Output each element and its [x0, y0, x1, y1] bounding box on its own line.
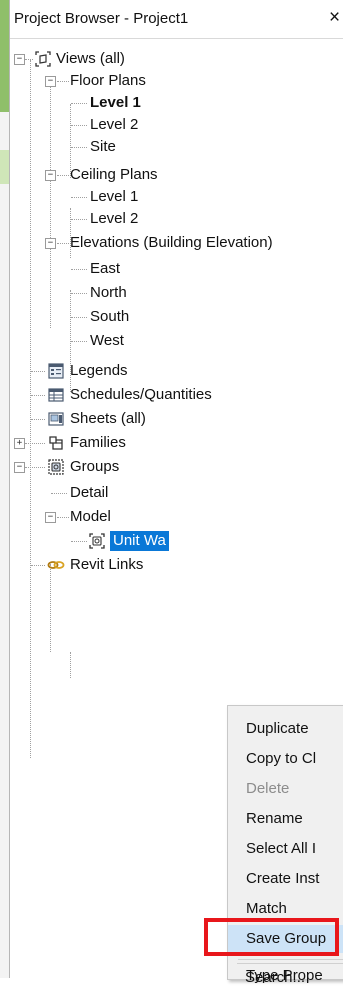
tree-item-families[interactable]: + Families: [10, 432, 343, 454]
menu-item-match[interactable]: Match: [228, 895, 343, 923]
tree-label: Level 2: [90, 116, 139, 133]
tree-item-elevation-west[interactable]: West: [10, 330, 343, 352]
collapse-toggle[interactable]: −: [14, 462, 25, 473]
tree-label: North: [90, 284, 127, 301]
collapse-toggle[interactable]: −: [45, 170, 56, 181]
tree-item-legends[interactable]: Legends: [10, 360, 343, 382]
close-button[interactable]: ×: [326, 6, 343, 30]
context-menu: Duplicate Copy to Cl Delete Rename Selec…: [227, 705, 343, 984]
menu-separator: [237, 963, 343, 964]
tree-label: Floor Plans: [70, 72, 146, 89]
menu-item-search[interactable]: Search...: [227, 966, 343, 986]
tree-connector: [70, 652, 71, 678]
tree-label: Level 1: [90, 188, 139, 205]
families-icon: [49, 436, 63, 450]
tree-connector: [50, 564, 51, 652]
tree-item-views[interactable]: − Views (all): [10, 48, 343, 70]
tree-label: Revit Links: [70, 556, 144, 573]
tree-item-elevation-east[interactable]: East: [10, 258, 343, 280]
tree-item-sheets[interactable]: Sheets (all): [10, 408, 343, 430]
tree-item-floor-level-2[interactable]: Level 2: [10, 114, 343, 136]
tree-label: Detail: [70, 484, 109, 501]
menu-separator: [238, 959, 343, 960]
tree-item-floor-site[interactable]: Site: [10, 136, 343, 158]
menu-item-duplicate[interactable]: Duplicate: [228, 715, 343, 743]
groups-icon: [48, 459, 64, 475]
tree-item-unit-wa[interactable]: Unit Wa: [10, 530, 343, 552]
tree-item-ceiling-level-1[interactable]: Level 1: [10, 186, 343, 208]
tree-item-detail[interactable]: Detail: [10, 482, 343, 504]
collapse-toggle[interactable]: −: [45, 512, 56, 523]
legends-icon: [48, 363, 64, 379]
tree-item-floor-level-1[interactable]: Level 1: [10, 92, 343, 114]
revit-links-icon: [47, 561, 65, 569]
tree-label: Views (all): [56, 50, 125, 67]
tree-item-ceiling-level-2[interactable]: Level 2: [10, 208, 343, 230]
tree-item-revit-links[interactable]: Revit Links: [10, 554, 343, 576]
menu-item-rename[interactable]: Rename: [228, 805, 343, 833]
collapse-toggle[interactable]: −: [45, 238, 56, 249]
views-icon: [35, 51, 51, 67]
tree-item-model[interactable]: − Model: [10, 506, 343, 528]
sheets-icon: [48, 412, 64, 426]
menu-item-save-group[interactable]: Save Group: [228, 925, 343, 953]
project-browser-titlebar[interactable]: Project Browser - Project1 ×: [10, 0, 343, 39]
group-item-icon: [89, 533, 105, 549]
tree-label: Level 1: [90, 94, 141, 111]
tree-label: Model: [70, 508, 111, 525]
schedules-icon: [48, 388, 64, 402]
tree-label: Families: [70, 434, 126, 451]
menu-item-select-all-instances[interactable]: Select All I: [228, 835, 343, 863]
expand-toggle[interactable]: +: [14, 438, 25, 449]
tree-label: East: [90, 260, 121, 277]
tree-label: Sheets (all): [70, 410, 146, 427]
menu-item-delete[interactable]: Delete: [228, 775, 343, 803]
tree-label: South: [90, 308, 130, 325]
tree-label: Elevations (Building Elevation): [70, 234, 273, 251]
tree-item-groups[interactable]: − Groups: [10, 456, 343, 478]
collapse-toggle[interactable]: −: [45, 76, 56, 87]
tree-label: Ceiling Plans: [70, 166, 158, 183]
tree-label: Level 2: [90, 210, 139, 227]
background-app-strip: [0, 0, 10, 978]
tree-item-schedules[interactable]: Schedules/Quantities: [10, 384, 343, 406]
panel-title: Project Browser - Project1: [14, 10, 189, 27]
tree-item-elevation-south[interactable]: South: [10, 306, 343, 328]
tree-label-selected: Unit Wa: [110, 531, 169, 551]
tree-item-floor-plans[interactable]: − Floor Plans: [10, 70, 343, 92]
tree-label: West: [90, 332, 124, 349]
tree-label: Schedules/Quantities: [70, 386, 212, 403]
menu-item-copy-to-clipboard[interactable]: Copy to Cl: [228, 745, 343, 773]
menu-item-create-instance[interactable]: Create Inst: [228, 865, 343, 893]
tree-item-elevations[interactable]: − Elevations (Building Elevation): [10, 232, 343, 254]
tree-item-ceiling-plans[interactable]: − Ceiling Plans: [10, 164, 343, 186]
tree-item-elevation-north[interactable]: North: [10, 282, 343, 304]
tree-label: Site: [90, 138, 116, 155]
collapse-toggle[interactable]: −: [14, 54, 25, 65]
tree-label: Groups: [70, 458, 120, 475]
tree-label: Legends: [70, 362, 128, 379]
